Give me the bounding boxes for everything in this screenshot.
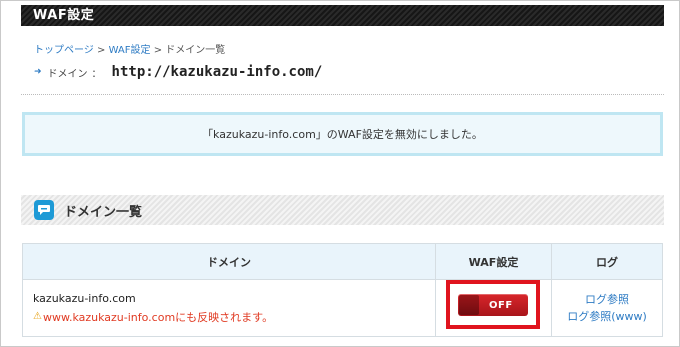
domain-table: ドメイン WAF設定 ログ kazukazu-info.com ⚠ www.ka… [22,243,663,337]
domain-label: ドメイン [47,68,88,80]
warning-text: ⚠ www.kazukazu-info.comにも反映されます。 [33,309,434,325]
current-domain: ➜ ドメイン ： http://kazukazu-info.com/ [34,64,322,80]
breadcrumb-separator: > [97,45,106,56]
column-header-log: ログ [551,243,663,280]
log-link[interactable]: ログ参照 [553,291,661,308]
breadcrumb-current: ドメイン一覧 [165,45,226,56]
domain-colon: ： [91,68,102,80]
domain-cell: kazukazu-info.com ⚠ www.kazukazu-info.co… [22,279,436,337]
table-row: kazukazu-info.com ⚠ www.kazukazu-info.co… [22,279,663,337]
waf-toggle[interactable]: OFF [458,294,528,316]
breadcrumb: トップページ > WAF設定 > ドメイン一覧 [34,41,225,56]
notice-message: 「kazukazu-info.com」のWAF設定を無効にしました。 [22,112,663,156]
domain-url: http://kazukazu-info.com/ [111,64,323,80]
log-www-link[interactable]: ログ参照(www) [553,308,661,325]
speech-bubble-icon [34,200,54,220]
warning-message: www.kazukazu-info.comにも反映されます。 [42,310,274,324]
domain-name: kazukazu-info.com [33,291,136,305]
breadcrumb-separator: > [153,45,163,56]
warning-icon: ⚠ [33,311,42,322]
section-title: ドメイン一覧 [64,204,143,220]
section-header: ドメイン一覧 [21,195,664,225]
log-cell: ログ参照 ログ参照(www) [551,279,663,337]
page-header: WAF設定 [21,5,664,26]
column-header-waf: WAF設定 [435,243,552,280]
breadcrumb-top-link[interactable]: トップページ [34,45,94,56]
divider [21,94,664,95]
toggle-state-label: OFF [489,299,513,311]
toggle-knob [459,295,479,315]
table-header-row: ドメイン WAF設定 ログ [22,243,663,280]
waf-cell: OFF [435,279,552,337]
arrow-bullet-icon: ➜ [34,67,42,77]
breadcrumb-waf-link[interactable]: WAF設定 [109,45,151,56]
column-header-domain: ドメイン [22,243,436,280]
